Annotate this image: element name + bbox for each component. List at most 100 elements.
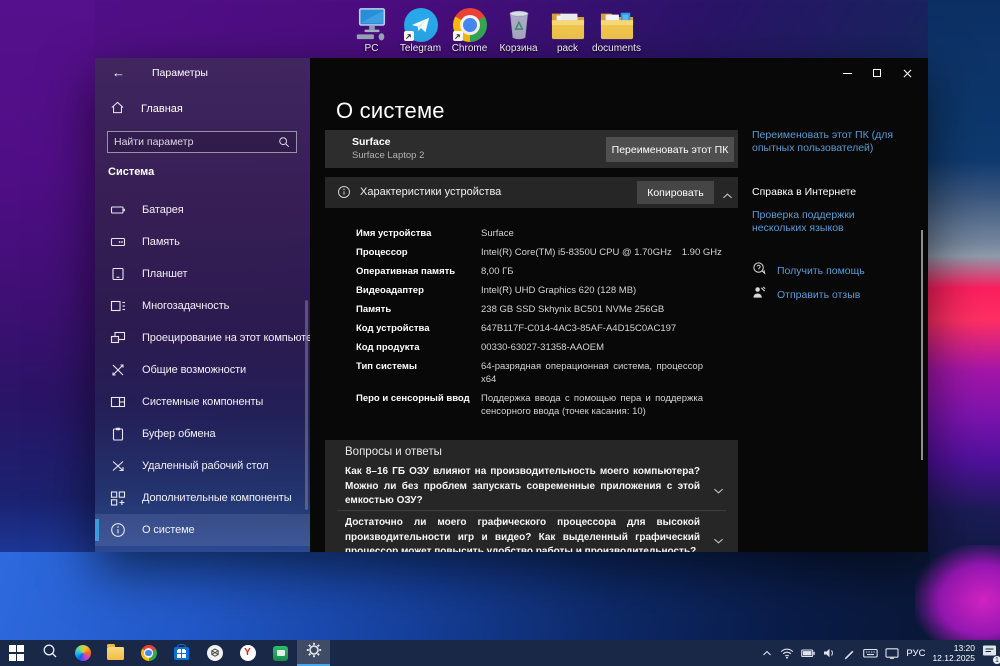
- home-icon: [110, 100, 125, 118]
- desktop-icon-recycle-bin[interactable]: Корзина: [494, 4, 543, 58]
- copy-button[interactable]: Копировать: [637, 181, 714, 204]
- desktop-icon-telegram[interactable]: Telegram: [396, 4, 445, 58]
- taskbar-yandex-button[interactable]: Y: [231, 640, 264, 666]
- rename-pc-advanced-link[interactable]: Переименовать этот ПК (для опытных польз…: [752, 129, 912, 155]
- close-button[interactable]: [892, 62, 922, 84]
- green-monitor-app-icon: [273, 645, 288, 661]
- pen-icon[interactable]: [843, 647, 856, 660]
- sidebar-item-label: Системные компоненты: [142, 396, 264, 408]
- sidebar-item-label: Буфер обмена: [142, 428, 216, 440]
- info-icon: [337, 185, 351, 204]
- spec-row: Память 238 GB SSD Skhynix BC501 NVMe 256G…: [356, 300, 738, 319]
- spec-value: 238 GB SSD Skhynix BC501 NVMe 256GB: [481, 304, 665, 315]
- desktop-icon-label: pack: [556, 43, 579, 54]
- telegram-icon: [403, 4, 438, 42]
- search-input[interactable]: [108, 136, 278, 148]
- action-center-button[interactable]: 1: [982, 644, 1000, 665]
- desktop-icon-label: Telegram: [399, 43, 442, 54]
- send-feedback-row[interactable]: Отправить отзыв: [752, 285, 860, 305]
- storage-icon: [110, 234, 126, 250]
- battery-icon: [110, 202, 126, 218]
- get-help-link[interactable]: Получить помощь: [777, 264, 865, 278]
- sidebar-item-system-components[interactable]: Системные компоненты: [95, 386, 310, 418]
- clock[interactable]: 13:20 12.12.2025: [932, 643, 975, 663]
- sidebar-item-optional-features[interactable]: Дополнительные компоненты: [95, 482, 310, 514]
- taskbar-chrome-button[interactable]: [132, 640, 165, 666]
- send-feedback-link[interactable]: Отправить отзыв: [777, 288, 860, 302]
- sidebar-item-tablet[interactable]: Планшет: [95, 258, 310, 290]
- chevron-up-icon[interactable]: [722, 187, 733, 205]
- device-specs-expander[interactable]: Характеристики устройства Копировать: [325, 177, 738, 208]
- desktop-icon-pack[interactable]: pack: [543, 4, 592, 58]
- qa-header: Вопросы и ответы: [345, 446, 442, 458]
- tray-chevron-up-icon[interactable]: [761, 648, 773, 658]
- sidebar-item-shared-experiences[interactable]: Общие возможности: [95, 354, 310, 386]
- shortcut-arrow-icon: [452, 31, 463, 41]
- chevron-down-icon[interactable]: [713, 532, 724, 550]
- desktop-icon-chrome[interactable]: Chrome: [445, 4, 494, 58]
- spec-label: Оперативная память: [356, 266, 456, 277]
- sidebar-item-battery[interactable]: Батарея: [95, 194, 310, 226]
- spec-value: Intel(R) Core(TM) i5-8350U CPU @ 1.70GHz…: [481, 247, 722, 258]
- desktop-icon-label: PC: [364, 43, 379, 54]
- back-arrow-icon[interactable]: ←: [112, 65, 125, 80]
- taskbar-green-app-button[interactable]: [264, 640, 297, 666]
- sidebar-item-remote-desktop[interactable]: Удаленный рабочий стол: [95, 450, 310, 482]
- sidebar-item-multitasking[interactable]: Многозадачность: [95, 290, 310, 322]
- wifi-icon[interactable]: [780, 647, 794, 659]
- desktop-icon-documents[interactable]: documents: [592, 4, 641, 58]
- maximize-button[interactable]: [862, 62, 892, 84]
- sidebar-item-clipboard[interactable]: Буфер обмена: [95, 418, 310, 450]
- speaker-icon[interactable]: [823, 647, 836, 659]
- taskbar-copilot-button[interactable]: [66, 640, 99, 666]
- notification-badge: 1: [992, 655, 1000, 665]
- battery-icon[interactable]: [801, 647, 816, 659]
- search-icon[interactable]: [278, 136, 290, 148]
- taskbar-chatgpt-button[interactable]: [198, 640, 231, 666]
- sidebar-item-home[interactable]: Главная: [110, 100, 183, 118]
- rename-pc-button[interactable]: Переименовать этот ПК: [606, 137, 734, 162]
- optional-features-icon: [110, 490, 126, 506]
- online-help-header: Справка в Интернете: [752, 186, 857, 198]
- taskbar-search-button[interactable]: [33, 640, 66, 666]
- taskbar-store-button[interactable]: [165, 640, 198, 666]
- sidebar-item-label: Проецирование на этот компьютер: [142, 332, 310, 344]
- sidebar-item-storage[interactable]: Память: [95, 226, 310, 258]
- taskbar-file-explorer-button[interactable]: [99, 640, 132, 666]
- get-help-row[interactable]: Получить помощь: [752, 261, 865, 281]
- sidebar-item-projecting[interactable]: Проецирование на этот компьютер: [95, 322, 310, 354]
- folder-icon: [549, 4, 587, 42]
- spec-row: Тип системы 64-разрядная операционная сис…: [356, 357, 738, 389]
- touch-keyboard-icon[interactable]: [863, 647, 879, 659]
- qa-question[interactable]: Как 8–16 ГБ ОЗУ влияют на производительн…: [345, 465, 700, 509]
- minimize-button[interactable]: [832, 62, 862, 84]
- page-title: О системе: [336, 98, 445, 123]
- start-button[interactable]: [0, 640, 33, 666]
- sidebar-item-label: Удаленный рабочий стол: [142, 460, 269, 472]
- spec-value: Intel(R) UHD Graphics 620 (128 MB): [481, 285, 637, 296]
- qa-question[interactable]: Достаточно ли моего графического процесс…: [345, 516, 700, 552]
- spec-value: 00330-63027-31358-AAOEM: [481, 342, 605, 353]
- copilot-icon: [74, 645, 91, 661]
- search-box: [107, 131, 297, 153]
- spec-label: Видеоадаптер: [356, 285, 424, 296]
- sidebar-item-label: Общие возможности: [142, 364, 247, 376]
- taskbar-settings-button[interactable]: [297, 640, 330, 666]
- desktop-icon-pc[interactable]: PC: [347, 4, 396, 58]
- language-indicator[interactable]: РУС: [906, 648, 925, 659]
- tablet-icon: [110, 266, 126, 282]
- window-scrollbar[interactable]: [921, 230, 923, 460]
- tablet-mode-icon[interactable]: [885, 647, 899, 659]
- search-icon: [42, 643, 58, 664]
- remote-desktop-icon: [110, 458, 126, 474]
- spec-row: Код устройства 647B117F-C014-4AC3-85AF-A4…: [356, 319, 738, 338]
- desktop-icon-label: Корзина: [499, 43, 538, 54]
- spec-value: Поддержка ввода с помощью пера и поддерж…: [481, 393, 703, 417]
- sidebar-scrollbar[interactable]: [305, 300, 308, 510]
- clock-time: 13:20: [953, 643, 975, 653]
- spec-row: Перо и сенсорный ввод Поддержка ввода с п…: [356, 389, 738, 421]
- chevron-down-icon[interactable]: [713, 482, 724, 500]
- multilanguage-support-link[interactable]: Проверка поддержки нескольких языков: [752, 209, 912, 235]
- wallpaper-magenta-blob: [915, 545, 1000, 645]
- sidebar-item-about[interactable]: О системе: [95, 514, 310, 546]
